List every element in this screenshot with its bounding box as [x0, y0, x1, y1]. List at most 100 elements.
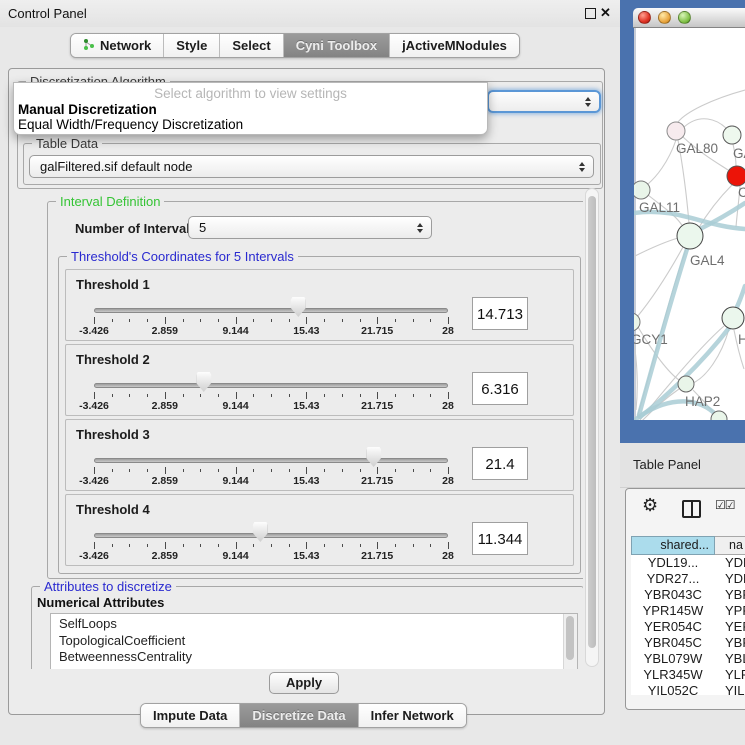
network-edge[interactable]	[684, 119, 727, 129]
attribute-item-selfloops[interactable]: SelfLoops	[51, 614, 577, 633]
slider-thumb[interactable]	[366, 447, 381, 467]
tab-infer-network[interactable]: Infer Network	[359, 704, 466, 727]
top-tab-bar: NetworkStyleSelectCyni Toolbox jActiveMNo…	[70, 33, 520, 58]
number-of-intervals-label: Number of Intervals	[75, 221, 197, 236]
table-row[interactable]: YBR045CYBR0	[631, 635, 745, 651]
attribute-item-betweennesscentrality[interactable]: BetweennessCentrality	[51, 649, 577, 666]
tab-cyni-toolbox[interactable]: Cyni Toolbox	[284, 34, 390, 57]
column-header-shared-name[interactable]: shared...	[631, 536, 715, 555]
network-edge[interactable]	[678, 90, 745, 122]
tick-mark	[377, 392, 378, 399]
network-node[interactable]	[677, 223, 703, 249]
close-icon[interactable]: ✕	[600, 5, 611, 21]
network-node[interactable]	[723, 126, 741, 144]
column-header-name[interactable]: na	[715, 536, 745, 555]
numerical-attributes-list[interactable]: SelfLoopsTopologicalCoefficientBetweenne…	[50, 613, 578, 669]
threshold-value-field[interactable]: 14.713	[472, 297, 528, 330]
table-row[interactable]: YLR345WYLR3	[631, 667, 745, 683]
tick-mark	[94, 467, 95, 474]
table-panel-title: Table Panel	[633, 457, 701, 472]
tick-mark	[448, 542, 449, 549]
network-node[interactable]	[722, 307, 744, 329]
tick-mark	[324, 319, 325, 322]
tick-label: 28	[442, 325, 454, 337]
network-edge[interactable]	[648, 140, 676, 184]
tab-jactivemnodules[interactable]: jActiveMNodules	[390, 34, 519, 57]
slider-track[interactable]	[94, 458, 448, 463]
gear-icon[interactable]: ⚙	[642, 496, 658, 514]
threshold-slider-3[interactable]: -3.4262.8599.14415.4321.71528	[94, 420, 448, 490]
interval-definition-group: Interval Definition Number of Intervals …	[47, 201, 583, 579]
slider-thumb[interactable]	[291, 297, 306, 317]
select-columns-icon[interactable]: ☑☑	[715, 498, 735, 512]
tick-label: 2.859	[152, 400, 178, 412]
tick-label: 28	[442, 475, 454, 487]
control-panel-titlebar: Control Panel ✕	[0, 0, 620, 27]
attributes-group: Attributes to discretize Numerical Attri…	[31, 586, 583, 669]
tick-mark	[342, 544, 343, 547]
network-node[interactable]	[678, 376, 694, 392]
vertical-scrollbar[interactable]	[585, 188, 599, 667]
table-row[interactable]: YIL052CYIL0	[631, 683, 745, 695]
cell-name: YDL1	[715, 555, 745, 571]
tick-label: 9.144	[222, 475, 248, 487]
slider-thumb[interactable]	[253, 522, 268, 542]
slider-track[interactable]	[94, 308, 448, 313]
cell-name: YER0	[715, 619, 745, 635]
table-row[interactable]: YDR27...YDR2	[631, 571, 745, 587]
network-window-titlebar[interactable]	[633, 8, 745, 28]
close-traffic-light-icon[interactable]	[638, 11, 651, 24]
tick-mark	[147, 319, 148, 322]
tick-mark	[183, 394, 184, 397]
tick-mark	[377, 542, 378, 549]
tab-label: jActiveMNodules	[402, 38, 507, 53]
tab-network[interactable]: Network	[71, 34, 164, 57]
minimize-traffic-light-icon[interactable]	[658, 11, 671, 24]
slider-track[interactable]	[94, 533, 448, 538]
column-settings-icon[interactable]	[682, 500, 701, 518]
network-edge[interactable]	[635, 238, 678, 256]
tick-label: -3.426	[79, 550, 109, 562]
cell-name: YBR0	[715, 635, 745, 651]
scrollbar-thumb[interactable]	[588, 196, 596, 648]
table-row[interactable]: YBR043CYBR0	[631, 587, 745, 603]
apply-button[interactable]: Apply	[269, 672, 339, 694]
network-node[interactable]	[634, 181, 650, 199]
table-row[interactable]: YDL19...YDL1	[631, 555, 745, 571]
scrollbar-thumb[interactable]	[566, 616, 574, 660]
number-of-intervals-spinner[interactable]: 5	[188, 216, 432, 239]
network-node[interactable]	[667, 122, 685, 140]
threshold-slider-2[interactable]: -3.4262.8599.14415.4321.71528	[94, 345, 448, 415]
threshold-value-field[interactable]: 21.4	[472, 447, 528, 480]
attributes-scrollbar[interactable]	[563, 614, 577, 669]
algorithm-option-manual-discretization[interactable]: Manual Discretization	[18, 102, 157, 117]
tab-discretize-data[interactable]: Discretize Data	[240, 704, 358, 727]
table-row[interactable]: YER054CYER0	[631, 619, 745, 635]
tab-impute-data[interactable]: Impute Data	[141, 704, 240, 727]
cell-shared-name: YBL079W	[631, 651, 715, 667]
float-window-icon[interactable]	[585, 8, 596, 19]
table-data-combobox[interactable]: galFiltered.sif default node	[29, 155, 594, 178]
threshold-value-field[interactable]: 11.344	[472, 522, 528, 555]
slider-track[interactable]	[94, 383, 448, 388]
zoom-traffic-light-icon[interactable]	[678, 11, 691, 24]
tab-select[interactable]: Select	[220, 34, 283, 57]
cell-shared-name: YDR27...	[631, 571, 715, 587]
network-edge-highlighted[interactable]	[737, 286, 745, 307]
network-canvas[interactable]: GAL80GAGAL11CGAL4GCY1HHAP2	[634, 28, 745, 420]
threshold-slider-1[interactable]: -3.4262.8599.14415.4321.71528	[94, 270, 448, 340]
table-row[interactable]: YPR145WYPR1	[631, 603, 745, 619]
network-node[interactable]	[727, 166, 745, 186]
algorithm-combobox[interactable]	[487, 90, 601, 113]
tab-style[interactable]: Style	[164, 34, 220, 57]
table-row[interactable]: YBL079WYBL0	[631, 651, 745, 667]
cell-shared-name: YBR043C	[631, 587, 715, 603]
attribute-item-topologicalcoefficient[interactable]: TopologicalCoefficient	[51, 633, 577, 650]
slider-thumb[interactable]	[196, 372, 211, 392]
tick-label: -3.426	[79, 475, 109, 487]
threshold-value-field[interactable]: 6.316	[472, 372, 528, 405]
tick-mark	[413, 319, 414, 322]
tab-label: Infer Network	[371, 708, 454, 723]
threshold-slider-4[interactable]: -3.4262.8599.14415.4321.71528	[94, 495, 448, 565]
algorithm-option-equal-width-frequency-discretization[interactable]: Equal Width/Frequency Discretization	[18, 117, 243, 132]
